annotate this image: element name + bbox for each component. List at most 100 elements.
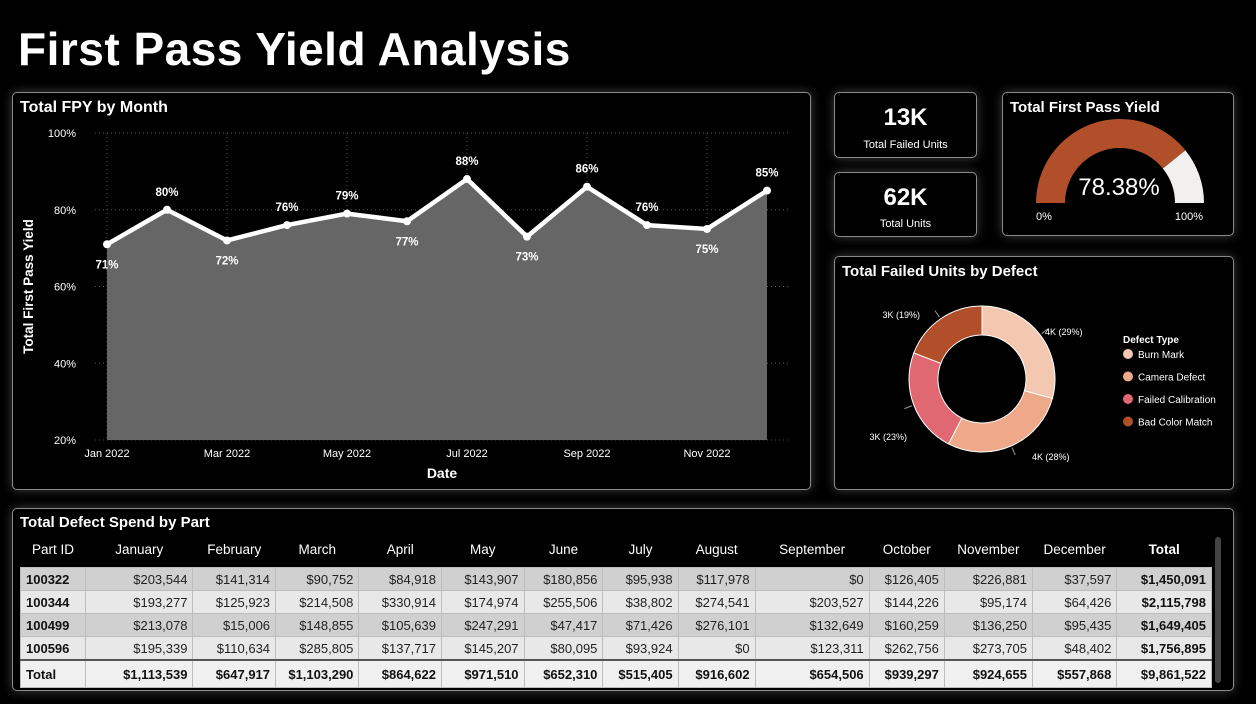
- defect-donut-chart[interactable]: Defect Type 4K (29%) 4K (28%) 3K (23%) 3K (…: [835, 257, 1233, 489]
- total-failed-units-label: Total Failed Units: [863, 139, 948, 151]
- spend-cell: $203,544: [85, 567, 194, 591]
- fpy-point[interactable]: [643, 221, 651, 230]
- fpy-line-chart[interactable]: 20% 40% 60% 80% 100% Jan 2022 Mar 2022 May 2022…: [13, 93, 810, 489]
- column-header[interactable]: August: [678, 531, 755, 568]
- table-row[interactable]: 100499 $213,078 $15,006 $148,855 $105,639 $24…: [19, 613, 1212, 637]
- fpy-point[interactable]: [463, 175, 471, 184]
- spend-cell: $0: [677, 636, 756, 661]
- spend-cell: $137,717: [358, 636, 442, 661]
- fpy-data-label: 79%: [335, 191, 358, 203]
- legend-swatch: [1123, 394, 1133, 404]
- donut-slice[interactable]: [908, 352, 963, 445]
- column-header[interactable]: May: [441, 531, 524, 568]
- y-tick-label: 60%: [54, 282, 76, 294]
- spend-cell: $0: [754, 567, 870, 591]
- x-tick-label: Sep 2022: [563, 448, 610, 460]
- total-fpy-gauge-card[interactable]: Total First Pass Yield 78.38% 0% 100%: [1002, 92, 1234, 236]
- fpy-point[interactable]: [763, 186, 771, 195]
- legend-item[interactable]: Bad Color Match: [1138, 418, 1212, 429]
- spend-cell: $143,907: [440, 567, 525, 591]
- page-title: First Pass Yield Analysis: [18, 23, 571, 75]
- fpy-data-label: 76%: [635, 202, 658, 214]
- fpy-data-label: 80%: [155, 187, 178, 199]
- spend-cell: $90,752: [275, 567, 360, 591]
- spend-cell: $136,250: [943, 613, 1033, 637]
- part-id-cell: 100344: [19, 590, 87, 614]
- fpy-point[interactable]: [223, 236, 231, 245]
- spend-cell: $80,095: [523, 636, 604, 661]
- defect-spend-table-card[interactable]: Total Defect Spend by Part Part ID Januar…: [12, 508, 1234, 691]
- fpy-point[interactable]: [703, 224, 711, 233]
- donut-data-label: 3K (19%): [882, 310, 920, 320]
- column-header[interactable]: October: [869, 531, 944, 568]
- row-total-cell: $1,756,895: [1116, 636, 1212, 661]
- grand-total-cell: $916,602: [677, 659, 756, 688]
- x-tick-label: Mar 2022: [204, 448, 250, 460]
- column-header[interactable]: Part ID: [21, 531, 86, 568]
- fpy-point[interactable]: [403, 217, 411, 226]
- column-header[interactable]: April: [359, 531, 442, 568]
- total-failed-units-card[interactable]: 13K Total Failed Units: [834, 92, 977, 158]
- column-header[interactable]: December: [1032, 531, 1116, 568]
- legend-item[interactable]: Burn Mark: [1138, 350, 1185, 361]
- y-tick-label: 100%: [48, 128, 76, 140]
- spend-cell: $144,226: [868, 590, 945, 614]
- defect-spend-table: Part ID January February March April May June J…: [19, 531, 1212, 688]
- spend-cell: $214,508: [275, 590, 360, 614]
- grand-total-cell: $924,655: [943, 659, 1033, 688]
- column-header[interactable]: September: [755, 531, 869, 568]
- column-header[interactable]: November: [944, 531, 1032, 568]
- column-header[interactable]: Total: [1117, 531, 1212, 568]
- fpy-point[interactable]: [283, 221, 291, 230]
- donut-slice[interactable]: [913, 305, 983, 364]
- fpy-point[interactable]: [163, 205, 171, 214]
- fpy-point[interactable]: [343, 209, 351, 218]
- donut-slice[interactable]: [981, 305, 1056, 400]
- x-tick-label: Jan 2022: [84, 448, 129, 460]
- fpy-data-label: 77%: [395, 236, 418, 248]
- column-header[interactable]: July: [603, 531, 678, 568]
- spend-cell: $195,339: [85, 636, 194, 661]
- failed-units-by-defect-card[interactable]: Total Failed Units by Defect Defect Type…: [834, 256, 1234, 490]
- fpy-data-label: 86%: [575, 164, 598, 176]
- spend-cell: $247,291: [440, 613, 525, 637]
- grand-total-cell: $557,868: [1031, 659, 1118, 688]
- table-scrollbar[interactable]: [1215, 537, 1221, 683]
- fpy-point[interactable]: [583, 182, 591, 191]
- spend-cell: $117,978: [677, 567, 756, 591]
- x-axis-title: Date: [427, 465, 458, 481]
- spend-cell: $110,634: [192, 636, 277, 661]
- legend-item[interactable]: Failed Calibration: [1138, 395, 1216, 406]
- spend-cell: $148,855: [275, 613, 360, 637]
- fpy-point[interactable]: [523, 232, 531, 241]
- column-header[interactable]: June: [524, 531, 603, 568]
- spend-cell: $105,639: [358, 613, 442, 637]
- legend-item[interactable]: Camera Defect: [1138, 373, 1205, 384]
- fpy-point[interactable]: [103, 240, 111, 249]
- gauge-min-label: 0%: [1036, 211, 1052, 223]
- column-header[interactable]: January: [86, 531, 193, 568]
- grand-total-cell: $9,861,522: [1116, 659, 1212, 688]
- gauge-value: 78.38%: [1078, 174, 1159, 201]
- grand-total-cell: $1,113,539: [85, 659, 194, 688]
- spend-cell: $203,527: [754, 590, 870, 614]
- column-header[interactable]: March: [276, 531, 359, 568]
- spend-cell: $132,649: [754, 613, 870, 637]
- table-title: Total Defect Spend by Part: [20, 514, 210, 531]
- spend-cell: $64,426: [1031, 590, 1118, 614]
- row-total-cell: $2,115,798: [1116, 590, 1212, 614]
- part-id-cell: 100322: [19, 567, 87, 591]
- total-units-card[interactable]: 62K Total Units: [834, 172, 977, 237]
- fpy-by-month-card[interactable]: Total FPY by Month 20% 40% 60% 80% 100% Jan 2…: [12, 92, 811, 490]
- column-header[interactable]: February: [193, 531, 276, 568]
- fpy-data-label: 76%: [275, 202, 298, 214]
- grand-total-cell: $647,917: [192, 659, 277, 688]
- spend-cell: $276,101: [677, 613, 756, 637]
- donut-slice[interactable]: [947, 390, 1053, 453]
- table-row[interactable]: 100596 $195,339 $110,634 $285,805 $137,717 $1…: [19, 636, 1212, 661]
- fpy-gauge[interactable]: 78.38% 0% 100%: [1003, 93, 1233, 235]
- row-total-cell: $1,649,405: [1116, 613, 1212, 637]
- table-row[interactable]: 100322 $203,544 $141,314 $90,752 $84,918 $143…: [19, 567, 1212, 591]
- table-row[interactable]: 100344 $193,277 $125,923 $214,508 $330,914 $1…: [19, 590, 1212, 614]
- spend-cell: $93,924: [602, 636, 679, 661]
